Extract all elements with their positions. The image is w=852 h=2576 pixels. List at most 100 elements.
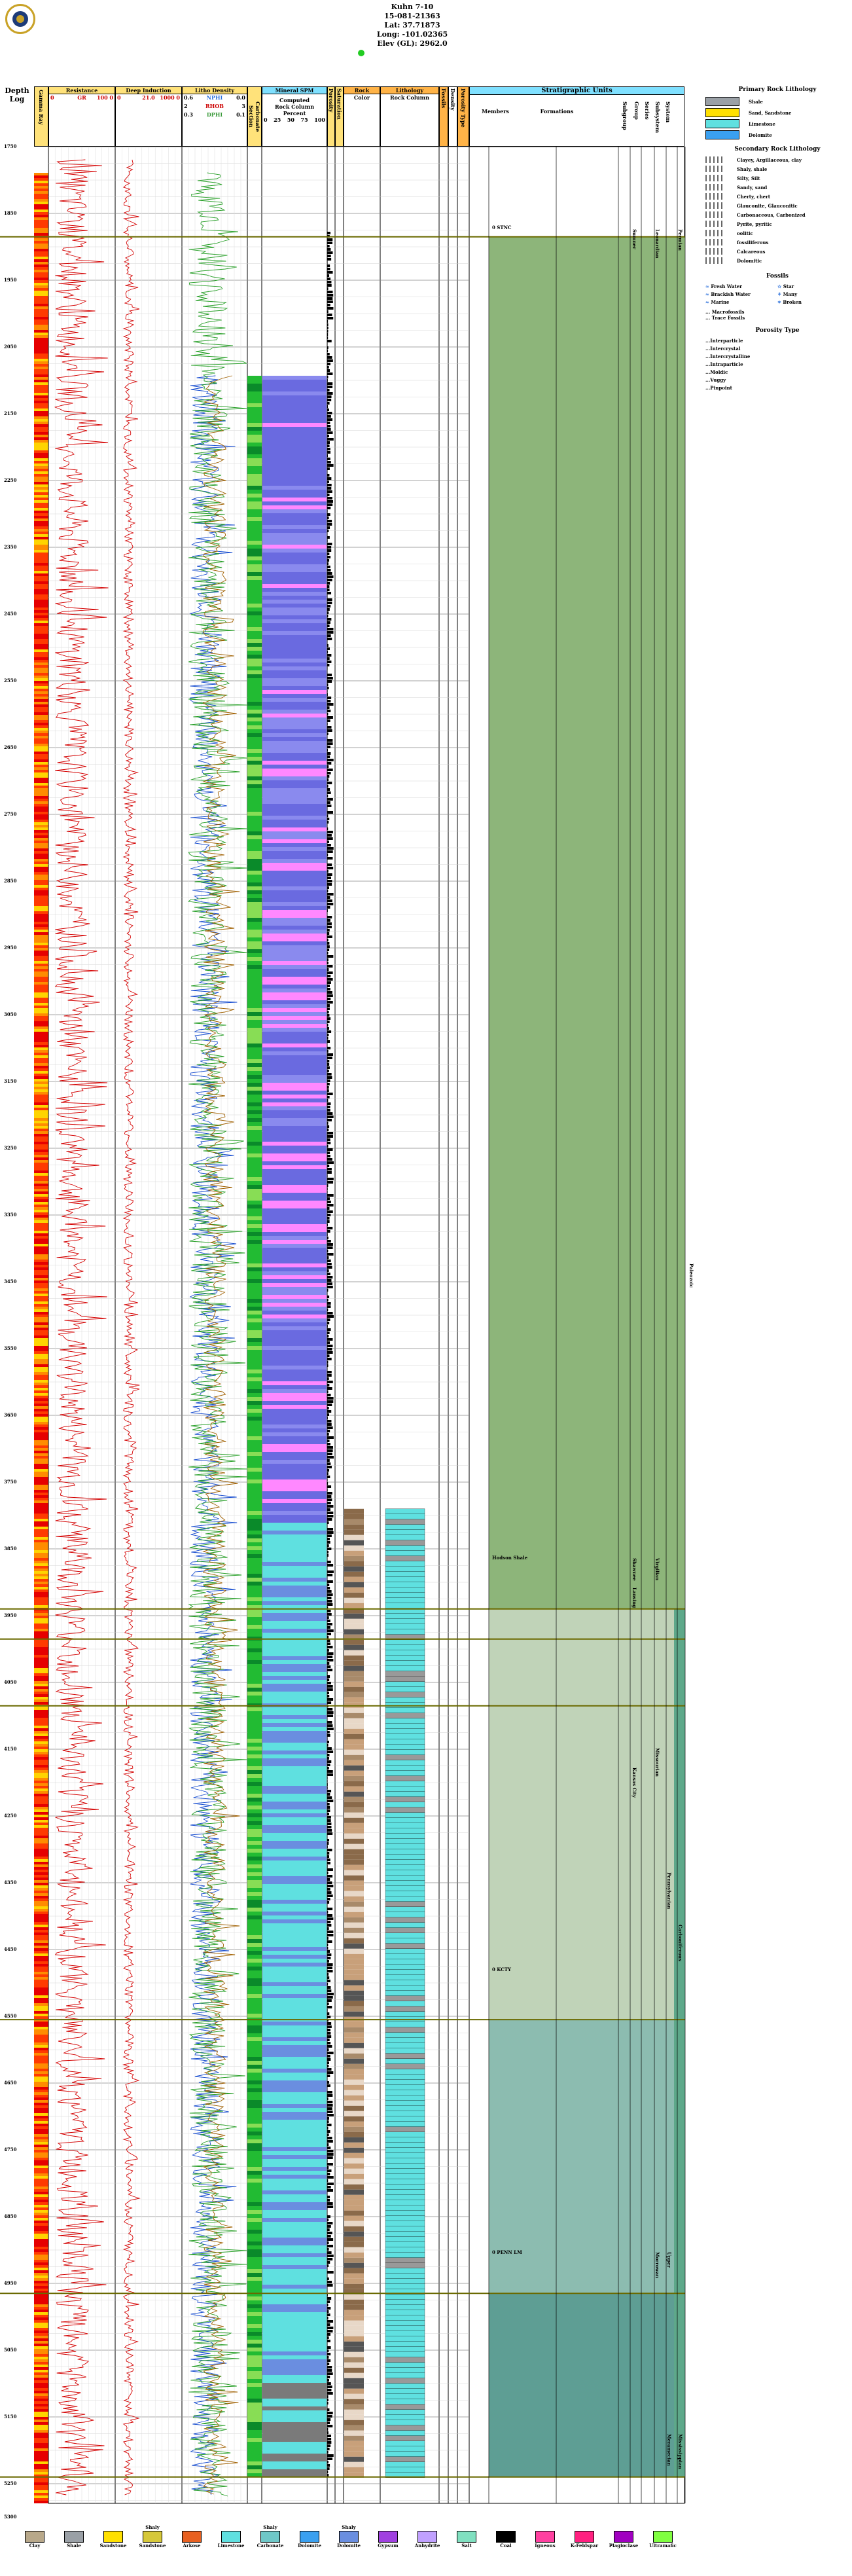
- rock-color-cell: [344, 1807, 364, 1813]
- rock-color-cell: [344, 2042, 364, 2048]
- carbonate-cell: [247, 784, 262, 788]
- mineral-cell: [262, 2340, 327, 2344]
- mineral-cell: [262, 643, 327, 647]
- mineral-cell: [262, 1860, 327, 1864]
- carbonate-cell: [247, 1809, 262, 1813]
- gamma-cell: [34, 359, 48, 361]
- bottom-legend-item: Salt: [448, 2524, 485, 2549]
- porosity-bar: [327, 1891, 332, 1894]
- porosity-bar: [327, 575, 334, 578]
- carbonate-cell: [247, 702, 262, 706]
- depth-label: 4850: [4, 2213, 17, 2219]
- gamma-cell: [34, 2315, 48, 2317]
- gamma-cell: [34, 1655, 48, 1658]
- mineral-pct-scale: 0 25 50 75 100: [262, 117, 327, 123]
- porosity-bar: [327, 1037, 328, 1040]
- gamma-cell: [34, 2176, 48, 2179]
- gamma-cell: [34, 765, 48, 767]
- mineral-cell: [262, 2265, 327, 2269]
- carbonate-cell: [247, 474, 262, 478]
- porosity-bar: [327, 814, 328, 817]
- lithology-cell: [385, 2341, 425, 2347]
- fossil-label: Brackish Water: [711, 291, 751, 297]
- lithology-swatch: [705, 97, 739, 106]
- carbonate-cell: [247, 1923, 262, 1927]
- carbonate-cell: [247, 2241, 262, 2245]
- gamma-cell: [34, 1105, 48, 1108]
- strat-missourian: Missourian: [654, 1748, 660, 1777]
- carbonate-cell: [247, 2355, 262, 2359]
- mineral-cell: [262, 2253, 327, 2257]
- gamma-cell: [34, 1157, 48, 1160]
- porosity-bar: [327, 834, 332, 837]
- lithology-cell: [385, 2111, 425, 2116]
- carbonate-cell: [247, 1271, 262, 1275]
- carbonate-cell: [247, 2320, 262, 2324]
- mineral-cell: [262, 2367, 327, 2371]
- gamma-cell: [34, 1168, 48, 1170]
- mineral-cell: [262, 1644, 327, 1648]
- porosity-bar: [327, 1744, 328, 1747]
- porosity-bar: [327, 513, 330, 516]
- ld-label-1: NPHI: [206, 94, 223, 101]
- lithology-cell: [385, 2372, 425, 2378]
- gamma-cell: [34, 1987, 48, 1990]
- porosity-bar: [327, 1423, 332, 1426]
- porosity-bar: [327, 307, 334, 310]
- porosity-bar: [327, 1191, 328, 1193]
- porosity-type-list: ...Interparticle ...Intercrystal ...Interc…: [705, 338, 849, 391]
- porosity-bar: [327, 2310, 329, 2313]
- mineral-cell: [262, 1723, 327, 1727]
- porosity-bar: [327, 2297, 332, 2300]
- gamma-cell: [34, 1684, 48, 1686]
- fossil-label: Fresh Water: [711, 283, 742, 289]
- lithology-cell: [385, 1990, 425, 1996]
- gamma-cell: [34, 1335, 48, 1338]
- porosity-bar: [327, 893, 334, 896]
- carbonate-cell: [247, 1974, 262, 1978]
- porosity-bar: [327, 1282, 332, 1285]
- gamma-cell: [34, 1079, 48, 1081]
- porosity-bar: [327, 2300, 330, 2303]
- porosity-bar: [327, 1404, 332, 1406]
- carbonate-cell: [247, 953, 262, 957]
- mineral-cell: [262, 2289, 327, 2293]
- carbonate-cell: [247, 1696, 262, 1699]
- porosity-bar: [327, 831, 333, 833]
- porosity-bar: [327, 1603, 333, 1606]
- porosity-bar: [327, 2425, 333, 2427]
- porosity-bar: [327, 1701, 332, 1704]
- gamma-cell: [34, 2323, 48, 2325]
- mineral-cell: [262, 1134, 327, 1138]
- porosity-bar: [327, 896, 330, 899]
- porosity-bar: [327, 2215, 330, 2218]
- carbonate-cell: [247, 721, 262, 725]
- carbonate-cell: [247, 2128, 262, 2132]
- porosity-bar: [327, 1260, 331, 1262]
- porosity-bar: [327, 1328, 331, 1331]
- rock-color-cell: [344, 1655, 364, 1661]
- lithology-cell: [385, 2357, 425, 2363]
- carbonate-cell: [247, 800, 262, 804]
- carbonate-cell: [247, 1562, 262, 1566]
- porosity-bar: [327, 1764, 330, 1766]
- gamma-cell: [34, 1108, 48, 1110]
- carbonate-cell: [247, 674, 262, 678]
- gamma-cell: [34, 317, 48, 319]
- gamma-cell: [34, 1438, 48, 1440]
- mineral-cell: [262, 1794, 327, 1798]
- rock-color-cell: [344, 2294, 364, 2300]
- gamma-cell: [34, 985, 48, 987]
- mineral-cell: [262, 1939, 327, 1943]
- carbonate-cell: [247, 2375, 262, 2379]
- carbonate-cell: [247, 776, 262, 780]
- gamma-cell: [34, 427, 48, 429]
- rock-color-cell: [344, 1587, 364, 1593]
- porosity-type-label: ...Interparticle: [705, 338, 743, 344]
- porosity-bar: [327, 340, 332, 342]
- porosity-bar: [327, 1754, 330, 1756]
- mineral-cell: [262, 1790, 327, 1794]
- gamma-cell: [34, 2082, 48, 2084]
- gamma-cell: [34, 1110, 48, 1113]
- carbonate-cell: [247, 906, 262, 910]
